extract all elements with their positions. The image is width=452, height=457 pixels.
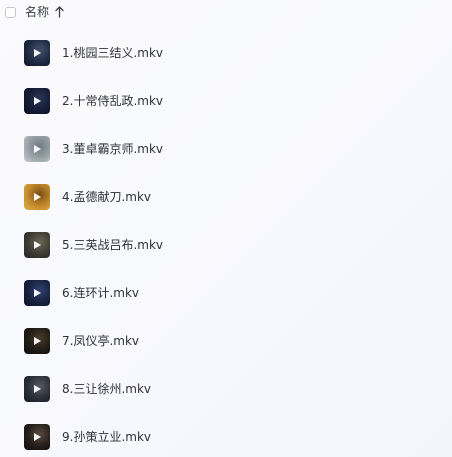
file-name[interactable]: 9.孙策立业.mkv (62, 429, 151, 445)
video-thumbnail[interactable] (24, 328, 50, 354)
play-icon (34, 433, 41, 441)
play-icon (34, 49, 41, 57)
play-icon (34, 289, 41, 297)
video-thumbnail[interactable] (24, 376, 50, 402)
video-thumbnail[interactable] (24, 40, 50, 66)
file-name[interactable]: 8.三让徐州.mkv (62, 381, 151, 397)
play-icon (34, 385, 41, 393)
file-row[interactable]: 4.孟德献刀.mkv (0, 173, 452, 221)
file-row[interactable]: 3.董卓霸京师.mkv (0, 125, 452, 173)
file-name[interactable]: 6.连环计.mkv (62, 285, 139, 301)
file-list: 1.桃园三结义.mkv 2.十常侍乱政.mkv 3.董卓霸京师.mkv 4.孟德献刀.… (0, 29, 452, 457)
arrow-up-icon[interactable] (55, 6, 64, 18)
file-name[interactable]: 3.董卓霸京师.mkv (62, 141, 163, 157)
video-thumbnail[interactable] (24, 88, 50, 114)
file-row[interactable]: 2.十常侍乱政.mkv (0, 77, 452, 125)
select-all-checkbox[interactable] (5, 7, 16, 18)
file-name[interactable]: 4.孟德献刀.mkv (62, 189, 151, 205)
name-column-header[interactable]: 名称 (25, 4, 49, 20)
file-name[interactable]: 7.凤仪亭.mkv (62, 333, 139, 349)
play-icon (34, 193, 41, 201)
video-thumbnail[interactable] (24, 280, 50, 306)
file-name[interactable]: 2.十常侍乱政.mkv (62, 93, 163, 109)
play-icon (34, 337, 41, 345)
video-thumbnail[interactable] (24, 232, 50, 258)
file-name[interactable]: 1.桃园三结义.mkv (62, 45, 163, 61)
video-thumbnail[interactable] (24, 184, 50, 210)
file-row[interactable]: 9.孙策立业.mkv (0, 413, 452, 457)
play-icon (34, 145, 41, 153)
file-name[interactable]: 5.三英战吕布.mkv (62, 237, 163, 253)
list-header: 名称 (0, 0, 452, 26)
play-icon (34, 97, 41, 105)
file-row[interactable]: 8.三让徐州.mkv (0, 365, 452, 413)
file-row[interactable]: 1.桃园三结义.mkv (0, 29, 452, 77)
play-icon (34, 241, 41, 249)
video-thumbnail[interactable] (24, 136, 50, 162)
file-list-panel: 名称 1.桃园三结义.mkv 2.十常侍乱政.mkv 3.董卓霸京师.mkv 4.孟德… (0, 0, 452, 457)
video-thumbnail[interactable] (24, 424, 50, 450)
file-row[interactable]: 6.连环计.mkv (0, 269, 452, 317)
file-row[interactable]: 7.凤仪亭.mkv (0, 317, 452, 365)
file-row[interactable]: 5.三英战吕布.mkv (0, 221, 452, 269)
